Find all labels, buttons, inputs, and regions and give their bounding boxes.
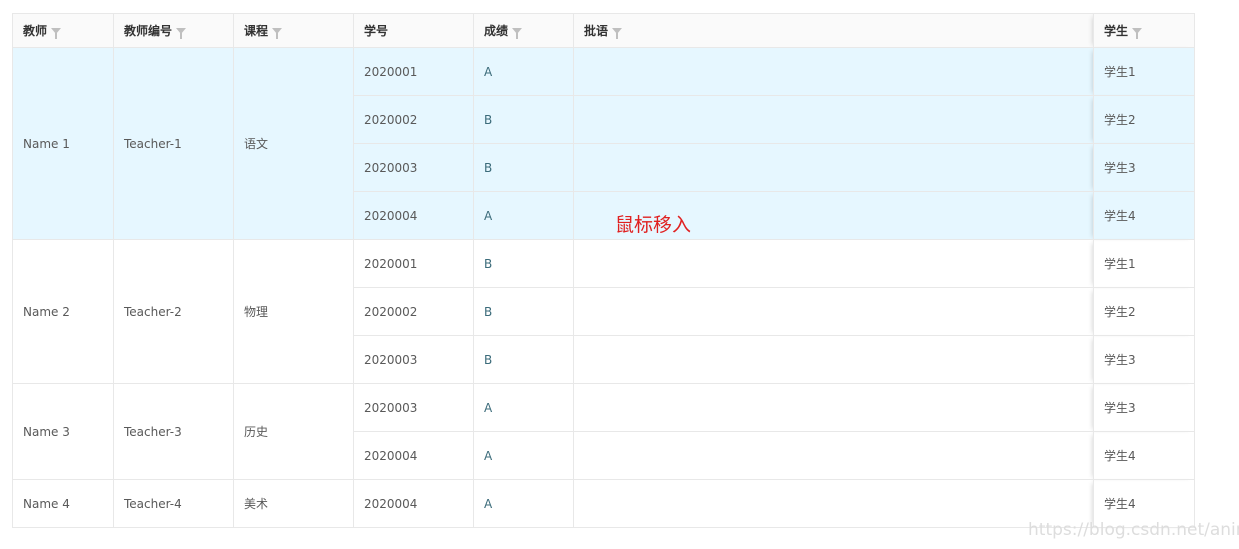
course-cell: 物理 — [233, 239, 354, 384]
table-row[interactable]: Name 1 Teacher-1 语文 2020001 A 学生1 — [12, 47, 1195, 240]
column-header: 课程 — [233, 13, 354, 48]
grade-cell: B — [473, 287, 574, 336]
teacher-cell: Name 1 — [12, 47, 114, 240]
column-header: 教师 — [12, 13, 114, 48]
filter-icon[interactable] — [612, 28, 623, 39]
course-cell: 语文 — [233, 47, 354, 240]
student-id-cell: 2020004 — [353, 191, 474, 240]
student-cell: 学生3 — [1093, 335, 1195, 384]
filter-icon[interactable] — [1132, 28, 1143, 39]
table-row[interactable]: Name 4 Teacher-4 美术 2020004 A 学生4 — [12, 479, 1195, 528]
student-id-cell: 2020002 — [353, 287, 474, 336]
column-header-label: 学生 — [1104, 24, 1129, 38]
student-id-cell: 2020004 — [353, 479, 474, 528]
comment-cell — [573, 287, 1094, 336]
teacher-id-cell: Teacher-4 — [113, 479, 234, 528]
table-header-row: 教师 教师编号 课程 学号 成绩 批语 学生 — [12, 13, 1195, 48]
student-id-cell: 2020003 — [353, 143, 474, 192]
student-cell: 学生1 — [1093, 239, 1195, 288]
table-row[interactable]: Name 2 Teacher-2 物理 2020001 B 学生1 — [12, 239, 1195, 384]
student-cell: 学生4 — [1093, 191, 1195, 240]
grade-cell: A — [473, 47, 574, 96]
comment-cell — [573, 479, 1094, 528]
student-id-cell: 2020003 — [353, 383, 474, 432]
grade-cell: B — [473, 143, 574, 192]
teacher-cell: Name 4 — [12, 479, 114, 528]
student-id-cell: 2020001 — [353, 239, 474, 288]
teacher-cell: Name 3 — [12, 383, 114, 480]
teacher-id-cell: Teacher-3 — [113, 383, 234, 480]
filter-icon[interactable] — [176, 28, 187, 39]
student-cell: 学生4 — [1093, 431, 1195, 480]
filter-icon[interactable] — [512, 28, 523, 39]
student-cell: 学生1 — [1093, 47, 1195, 96]
grade-cell: A — [473, 479, 574, 528]
grade-cell: A — [473, 191, 574, 240]
comment-cell — [573, 239, 1094, 288]
course-cell: 历史 — [233, 383, 354, 480]
filter-icon[interactable] — [51, 28, 62, 39]
teacher-id-cell: Teacher-1 — [113, 47, 234, 240]
teacher-cell: Name 2 — [12, 239, 114, 384]
student-id-cell: 2020004 — [353, 431, 474, 480]
comment-cell — [573, 143, 1094, 192]
student-cell: 学生3 — [1093, 383, 1195, 432]
column-header-label: 批语 — [584, 24, 609, 38]
column-header-label: 成绩 — [484, 24, 509, 38]
student-cell: 学生2 — [1093, 287, 1195, 336]
column-header-label: 学号 — [364, 24, 389, 38]
grade-cell: B — [473, 335, 574, 384]
grade-cell: A — [473, 431, 574, 480]
hover-annotation: 鼠标移入 — [615, 214, 692, 236]
grade-cell: B — [473, 239, 574, 288]
column-header-label: 教师 — [23, 24, 48, 38]
comment-cell — [573, 383, 1094, 432]
data-table: 教师 教师编号 课程 学号 成绩 批语 学生 Name 1 Teacher-1 语文 202000… — [12, 13, 1195, 528]
column-header-label: 教师编号 — [124, 24, 173, 38]
column-header: 成绩 — [473, 13, 574, 48]
grade-cell: B — [473, 95, 574, 144]
column-header: 教师编号 — [113, 13, 234, 48]
student-cell: 学生3 — [1093, 143, 1195, 192]
comment-cell — [573, 335, 1094, 384]
comment-cell — [573, 431, 1094, 480]
comment-cell — [573, 95, 1094, 144]
grade-cell: A — [473, 383, 574, 432]
student-id-cell: 2020003 — [353, 335, 474, 384]
teacher-id-cell: Teacher-2 — [113, 239, 234, 384]
table-row[interactable]: Name 3 Teacher-3 历史 2020003 A 学生3 — [12, 383, 1195, 480]
comment-cell — [573, 47, 1094, 96]
student-cell: 学生2 — [1093, 95, 1195, 144]
student-id-cell: 2020001 — [353, 47, 474, 96]
column-header: 批语 — [573, 13, 1094, 48]
column-header: 学号 — [353, 13, 474, 48]
column-header-label: 课程 — [244, 24, 269, 38]
watermark: https://blog.csdn.net/aningde — [1028, 520, 1239, 540]
student-id-cell: 2020002 — [353, 95, 474, 144]
filter-icon[interactable] — [272, 28, 283, 39]
course-cell: 美术 — [233, 479, 354, 528]
column-header: 学生 — [1093, 13, 1195, 48]
